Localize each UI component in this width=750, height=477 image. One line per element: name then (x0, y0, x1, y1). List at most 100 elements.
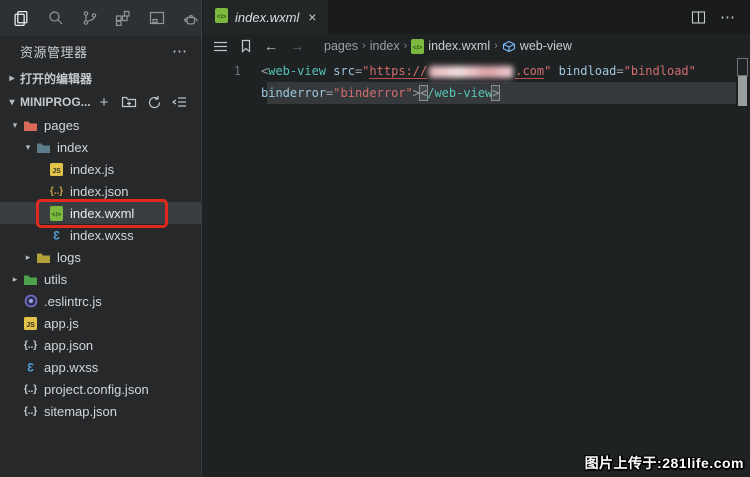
svg-text:</>: </> (217, 14, 227, 21)
teapot-icon[interactable] (181, 7, 201, 29)
sidebar-panel: 资源管理器 ⋯ ▸ 打开的编辑器 ▾ MINIPROG... + ▾pages▾… (0, 0, 202, 477)
chevron-right-icon[interactable]: ▸ (21, 252, 35, 263)
breadcrumb-item-pages[interactable]: pages (324, 39, 358, 53)
tree-item-utils[interactable]: ▸ utils (0, 268, 201, 290)
new-folder-icon[interactable] (121, 94, 137, 110)
tree-item--eslintrc-js[interactable]: .eslintrc.js (0, 290, 201, 312)
breadcrumb-item-index[interactable]: index (370, 39, 400, 53)
explorer-title: 资源管理器 (20, 42, 172, 61)
breadcrumb-item-index-wxml[interactable]: </> index.wxml (411, 39, 490, 54)
tree-item-project-config-json[interactable]: {..} project.config.json (0, 378, 201, 400)
code-token: web-view (268, 64, 326, 78)
project-section[interactable]: ▾ MINIPROG... + (0, 90, 201, 114)
wechat-devtools-editor-window: 资源管理器 ⋯ ▸ 打开的编辑器 ▾ MINIPROG... + ▾pages▾… (0, 0, 750, 477)
split-editor-icon[interactable] (691, 10, 706, 25)
chevron-down-icon[interactable]: ▾ (21, 142, 35, 153)
breadcrumb-label: web-view (520, 39, 572, 53)
file-wxml-icon: </> (48, 205, 65, 221)
tree-item-label: index.wxss (70, 228, 134, 243)
chevron-right-icon[interactable]: ▸ (8, 274, 22, 285)
code-line[interactable]: 1<web-view src="https://.com" bindload="… (203, 60, 750, 82)
collapse-all-icon[interactable] (171, 94, 187, 110)
svg-text:JS: JS (52, 168, 61, 175)
source-control-icon[interactable] (80, 7, 100, 29)
tree-item-index-wxss[interactable]: 3 index.wxss (0, 224, 201, 246)
new-file-icon[interactable]: + (96, 94, 112, 110)
activity-bar (0, 0, 201, 36)
symbol-element-icon (502, 40, 516, 53)
file-json-icon: {..} (22, 403, 39, 419)
tree-item-pages[interactable]: ▾pages (0, 114, 201, 136)
breadcrumb-item-web-view[interactable]: web-view (502, 39, 572, 53)
svg-text:</>: </> (413, 44, 423, 51)
editor-toolbar-icons: ← → (213, 38, 304, 54)
tree-item-index[interactable]: ▾index (0, 136, 201, 158)
editor-tab-bar: </> index.wxml × ⋯ (203, 0, 750, 34)
tree-item-index-json[interactable]: {..}index.json (0, 180, 201, 202)
svg-text:3: 3 (53, 229, 60, 243)
tree-item-logs[interactable]: ▸logs (0, 246, 201, 268)
folder-utils-icon (22, 271, 39, 287)
more-actions-icon[interactable]: ⋯ (720, 8, 736, 26)
code-text: <web-view src="https://.com" bindload="b… (261, 60, 696, 82)
open-editors-section[interactable]: ▸ 打开的编辑器 (0, 66, 201, 90)
back-arrow-icon[interactable]: ← (264, 38, 278, 54)
chevron-right-icon: ▸ (6, 73, 18, 84)
tree-item-label: utils (44, 272, 67, 287)
folder-logs-icon (35, 249, 52, 265)
tree-item-app-json[interactable]: {..} app.json (0, 334, 201, 356)
tree-item-index-js[interactable]: JS index.js (0, 158, 201, 180)
forward-arrow-icon[interactable]: → (290, 38, 304, 54)
explorer-header: 资源管理器 ⋯ (0, 36, 201, 66)
explorer-more-icon[interactable]: ⋯ (172, 42, 189, 60)
bookmark-icon[interactable] (240, 39, 252, 53)
editor-area: </> index.wxml × ⋯ ← → (203, 0, 750, 477)
outline-list-icon[interactable] (213, 40, 228, 53)
code-text: binderror="binderror"></web-view> (261, 82, 499, 104)
chevron-down-icon[interactable]: ▾ (8, 120, 22, 131)
tree-item-index-wxml[interactable]: </>index.wxml (0, 202, 201, 224)
window-icon[interactable] (147, 7, 167, 29)
scrollbar-thumb[interactable] (738, 76, 747, 106)
files-icon[interactable] (12, 7, 32, 29)
tab-index-wxml[interactable]: </> index.wxml × (203, 0, 328, 34)
tree-item-label: index.js (70, 162, 114, 177)
editor-actions: ⋯ (691, 0, 750, 34)
breadcrumb-label: index.wxml (428, 39, 490, 53)
tree-item-label: app.json (44, 338, 93, 353)
code-line[interactable]: binderror="binderror"></web-view> (203, 82, 750, 104)
refresh-icon[interactable] (146, 94, 162, 110)
code-editor[interactable]: 1<web-view src="https://.com" bindload="… (203, 60, 750, 104)
code-token: bindload (559, 64, 617, 78)
svg-text:JS: JS (26, 322, 35, 329)
file-js-icon: JS (48, 161, 65, 177)
tree-item-sitemap-json[interactable]: {..}sitemap.json (0, 400, 201, 422)
file-eslint-icon (22, 293, 39, 309)
file-tree: ▾pages▾indexJSindex.js{..}index.json</>i… (0, 114, 201, 422)
editor-scrollbar[interactable] (736, 58, 750, 458)
close-icon[interactable]: × (306, 9, 318, 25)
project-name-label: MINIPROG... (20, 95, 91, 109)
code-token: src (333, 64, 355, 78)
code-token (551, 64, 558, 78)
scrollbar-decoration (737, 58, 748, 76)
file-js-icon: JS (22, 315, 39, 331)
tree-item-label: app.wxss (44, 360, 98, 375)
line-number: 1 (203, 60, 261, 82)
file-wxss-icon: 3 (48, 227, 65, 243)
wxml-file-icon: </> (215, 8, 228, 26)
search-icon[interactable] (46, 7, 66, 29)
code-token: "bindload" (624, 64, 696, 78)
watermark-text: 图片上传于:281life.com (585, 453, 744, 473)
file-json-icon: {..} (22, 337, 39, 353)
extensions-icon[interactable] (113, 7, 133, 29)
code-token: /web-view (427, 86, 492, 100)
tree-item-label: project.config.json (44, 382, 149, 397)
tree-item-app-wxss[interactable]: 3app.wxss (0, 356, 201, 378)
code-token: > (413, 86, 420, 100)
tree-item-label: app.js (44, 316, 79, 331)
file-json-icon: {..} (22, 381, 39, 397)
breadcrumb-separator: › (494, 40, 498, 52)
tree-item-app-js[interactable]: JS app.js (0, 312, 201, 334)
folder-index-icon (35, 139, 52, 155)
